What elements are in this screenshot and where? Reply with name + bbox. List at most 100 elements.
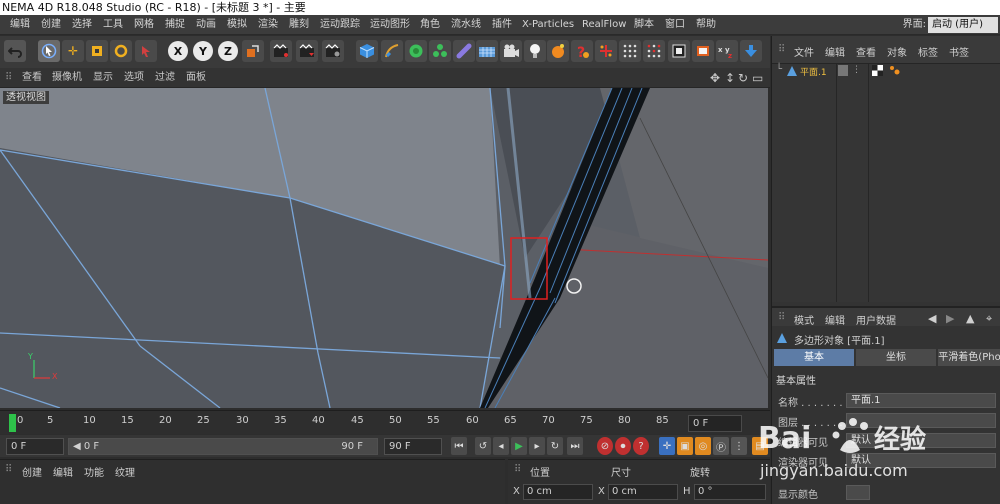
lock-icon[interactable]: ⌖ [986, 312, 992, 326]
timeline-ruler[interactable]: 0 5 10 15 20 25 30 35 40 45 50 55 60 65 … [0, 410, 770, 434]
timeline-playhead[interactable] [9, 414, 16, 432]
rotation-h-field[interactable]: 0 ° [694, 484, 766, 500]
checker-tag-icon[interactable] [872, 65, 883, 79]
current-frame-field[interactable]: 0 F [6, 438, 64, 455]
object-menu-bookmarks[interactable]: 书签 [949, 44, 969, 59]
z-axis-lock-button[interactable]: Z [218, 41, 238, 61]
menu-x-particles[interactable]: X-Particles [522, 15, 574, 35]
timeline-window-icon[interactable]: ▤ [752, 437, 768, 455]
display-color-dropdown[interactable] [846, 485, 870, 500]
rotate-icon[interactable] [110, 40, 132, 62]
menu-animate[interactable]: 动画 [196, 15, 216, 35]
viewport-menu-display[interactable]: 显示 [93, 68, 113, 88]
zoom-view-icon[interactable]: ↕ [725, 68, 735, 88]
next-frame-icon[interactable]: ▸ [529, 437, 545, 455]
attribute-menu-edit[interactable]: 编辑 [825, 312, 845, 327]
menu-render[interactable]: 渲染 [258, 15, 278, 35]
menu-select[interactable]: 选择 [72, 15, 92, 35]
menu-edit[interactable]: 编辑 [10, 15, 30, 35]
go-to-start-icon[interactable]: ⏮ [451, 437, 467, 455]
attribute-menu-user-data[interactable]: 用户数据 [856, 312, 896, 327]
back-arrow-icon[interactable]: ◀ [928, 312, 936, 325]
scale-icon[interactable] [86, 40, 108, 62]
viewport-menu-options[interactable]: 选项 [124, 68, 144, 88]
object-menu-view[interactable]: 查看 [856, 44, 876, 59]
object-name[interactable]: 平面.1 [800, 65, 827, 78]
previous-key-icon[interactable]: ↺ [475, 437, 491, 455]
key-pla-icon[interactable]: ⋮ [731, 437, 747, 455]
next-key-icon[interactable]: ↻ [547, 437, 563, 455]
key-param-icon[interactable]: Ⓟ [713, 437, 729, 455]
menu-window[interactable]: 窗口 [665, 15, 685, 35]
picture-viewer-icon[interactable] [692, 40, 714, 62]
material-menu-function[interactable]: 功能 [84, 464, 104, 479]
keyframe-selection-icon[interactable]: ? [633, 437, 649, 455]
object-menu-edit[interactable]: 编辑 [825, 44, 845, 59]
up-arrow-icon[interactable]: ▲ [966, 312, 974, 325]
particle-colors-icon[interactable] [643, 40, 665, 62]
move-icon[interactable]: ✛ [62, 40, 84, 62]
object-row-plane[interactable]: └ 平面.1 ⋮ [772, 64, 1000, 79]
light-icon[interactable] [524, 40, 546, 62]
tab-coord[interactable]: 坐标 [856, 349, 936, 366]
menu-simulate[interactable]: 模拟 [227, 15, 247, 35]
frame-range-slider[interactable]: ◀ 0 F 90 F [68, 438, 378, 455]
object-menu-file[interactable]: 文件 [794, 44, 814, 59]
menu-pipeline[interactable]: 流水线 [451, 15, 481, 35]
menu-motion-tracking[interactable]: 运动跟踪 [320, 15, 360, 35]
interface-dropdown[interactable]: 启动 (用户) [928, 17, 998, 33]
object-menu-tags[interactable]: 标签 [918, 44, 938, 59]
render-picture-viewer-icon[interactable] [296, 40, 318, 62]
key-scale-icon[interactable]: ▣ [677, 437, 693, 455]
size-x-field[interactable]: 0 cm [608, 484, 678, 500]
live-selection-icon[interactable] [38, 40, 60, 62]
viewport-menu-filter[interactable]: 过滤 [155, 68, 175, 88]
x-axis-lock-button[interactable]: X [168, 41, 188, 61]
material-menu-texture[interactable]: 纹理 [115, 464, 135, 479]
menu-script[interactable]: 脚本 [634, 15, 654, 35]
layer-icon[interactable] [838, 65, 848, 76]
move-view-icon[interactable]: ✥ [710, 68, 720, 88]
xyz-transfer-icon[interactable]: x yz [716, 40, 738, 62]
key-rotation-icon[interactable]: ◎ [695, 437, 711, 455]
tab-basic[interactable]: 基本 [774, 349, 854, 366]
maximize-view-icon[interactable]: ▭ [752, 68, 763, 88]
particle-grid-icon[interactable] [619, 40, 641, 62]
cube-icon[interactable] [356, 40, 378, 62]
max-frame-field[interactable]: 90 F [384, 438, 442, 455]
attribute-menu-mode[interactable]: 模式 [794, 312, 814, 327]
perspective-viewport[interactable]: 透视视图 Y X [0, 88, 768, 408]
material-tag-icon[interactable] [547, 40, 569, 62]
render-visible-dropdown[interactable]: 默认 [846, 453, 996, 468]
menu-snap[interactable]: 捕捉 [165, 15, 185, 35]
y-axis-lock-button[interactable]: Y [193, 41, 213, 61]
timeline-end-frame-field[interactable]: 0 F [688, 415, 742, 432]
download-arrow-icon[interactable] [740, 40, 762, 62]
position-x-field[interactable]: 0 cm [523, 484, 593, 500]
tab-phong[interactable]: 平滑着色(Pho [938, 349, 1000, 366]
material-menu-create[interactable]: 创建 [22, 464, 42, 479]
menu-mesh[interactable]: 网格 [134, 15, 154, 35]
rotate-view-icon[interactable]: ↻ [738, 68, 748, 88]
menu-character[interactable]: 角色 [420, 15, 440, 35]
menu-sculpt[interactable]: 雕刻 [289, 15, 309, 35]
go-to-end-icon[interactable]: ⏭ [567, 437, 583, 455]
camera-icon[interactable] [500, 40, 522, 62]
help-icon[interactable]: ? [571, 40, 593, 62]
cloner-icon[interactable] [429, 40, 451, 62]
object-list[interactable]: └ 平面.1 ⋮ [772, 64, 1000, 302]
viewport-menu-cameras[interactable]: 摄像机 [52, 68, 82, 88]
coordinate-system-icon[interactable] [242, 40, 264, 62]
visibility-dots-icon[interactable]: ⋮ [852, 65, 861, 75]
key-position-icon[interactable]: ✛ [659, 437, 675, 455]
viewport-menu-view[interactable]: 查看 [22, 68, 42, 88]
subdivision-surface-icon[interactable] [405, 40, 427, 62]
layer-field[interactable] [846, 413, 996, 428]
forward-arrow-icon[interactable]: ▶ [946, 312, 954, 325]
pen-spline-icon[interactable] [381, 40, 403, 62]
xparticles-emitter-icon[interactable] [595, 40, 617, 62]
editor-visible-dropdown[interactable]: 默认 [846, 433, 996, 448]
deformer-icon[interactable] [453, 40, 475, 62]
menu-help[interactable]: 帮助 [696, 15, 716, 35]
recent-tool-icon[interactable] [135, 40, 157, 62]
